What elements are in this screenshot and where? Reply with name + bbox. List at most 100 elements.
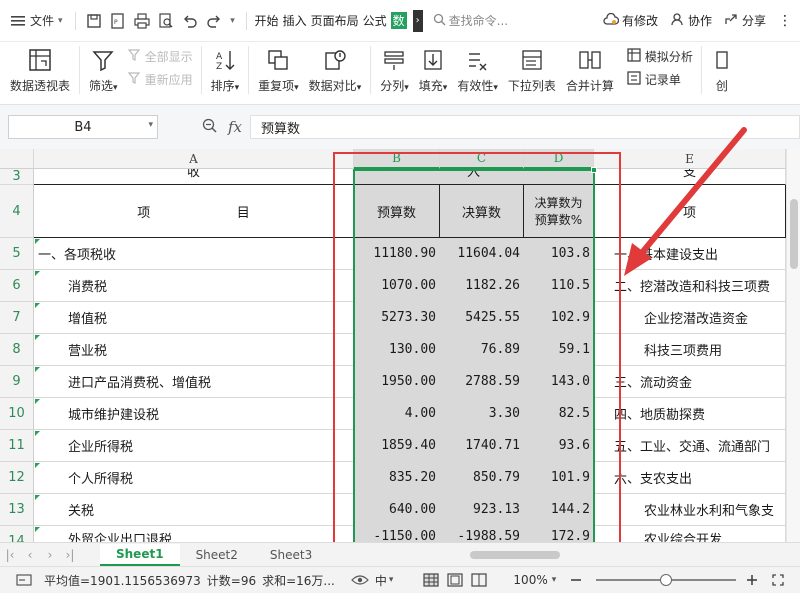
redo-icon[interactable] [202,9,226,33]
chevron-down-icon[interactable]: ▾ [389,575,394,585]
cell-d6[interactable]: 110.5 [524,270,594,302]
cell-a4[interactable]: 项 目 [34,185,354,238]
print-preview-icon[interactable] [154,9,178,33]
sheet-tab-sheet3[interactable]: Sheet3 [254,544,328,566]
cell-b13[interactable]: 640.00 [354,494,440,526]
merge-calculate-button[interactable]: 合并计算 [561,46,619,94]
cell-c11[interactable]: 1740.71 [440,430,524,462]
page-layout-view-icon[interactable] [447,573,464,587]
sheet-tab-sheet1[interactable]: Sheet1 [100,543,180,566]
chevron-down-icon[interactable]: ▾ [552,575,557,585]
more-options-icon[interactable]: ⋮ [778,13,792,29]
row-header-5[interactable]: 5 [0,238,34,270]
cell-a14[interactable]: 外贸企业出口退税 [34,526,354,542]
zoom-knob[interactable] [660,574,673,586]
cell-d4[interactable]: 决算数为 预算数% [524,185,594,238]
undo-icon[interactable] [178,9,202,33]
cell-c9[interactable]: 2788.59 [440,366,524,398]
cell-e12[interactable]: 六、支农支出 [594,462,786,494]
vertical-scrollbar[interactable] [786,149,800,542]
macro-record-icon[interactable] [16,574,32,586]
row-header-8[interactable]: 8 [0,334,34,366]
cell-d13[interactable]: 144.2 [524,494,594,526]
row-header-6[interactable]: 6 [0,270,34,302]
cell-e13[interactable]: 农业林业水利和气象支 [594,494,786,526]
status-sum[interactable]: 求和=16万... [262,572,335,589]
cell-a6[interactable]: 消费税 [34,270,354,302]
cell-d7[interactable]: 102.9 [524,302,594,334]
cell-b3-merged[interactable]: 入 [354,169,594,185]
validity-button[interactable]: 有效性▾ [452,46,503,96]
cell-d14[interactable]: 172.9 [524,526,594,542]
cell-b7[interactable]: 5273.30 [354,302,440,334]
filter-button[interactable]: 筛选▾ [84,46,123,96]
tab-home[interactable]: 开始 [255,12,279,29]
column-header-b[interactable]: B [354,149,440,169]
row-header-10[interactable]: 10 [0,398,34,430]
duplicates-button[interactable]: 重复项▾ [253,46,304,96]
cell-a7[interactable]: 增值税 [34,302,354,334]
fill-button[interactable]: 填充▾ [414,46,453,96]
create-group-button[interactable]: 创 [706,46,738,94]
cell-a10[interactable]: 城市维护建设税 [34,398,354,430]
next-sheet-icon[interactable]: › [40,548,60,562]
zoom-slider[interactable] [596,574,737,586]
cell-e8[interactable]: 科技三项费用 [594,334,786,366]
cell-d5[interactable]: 103.8 [524,238,594,270]
tabs-scroll-right-icon[interactable]: › [412,9,423,32]
reapply-button[interactable]: 重新应用 [127,71,193,88]
zoom-in-icon[interactable] [746,574,758,586]
export-pdf-icon[interactable]: P [106,9,130,33]
cell-e3[interactable]: 支 [594,169,786,185]
name-box[interactable]: B4 ▾ [8,115,158,139]
cell-d10[interactable]: 82.5 [524,398,594,430]
dropdown-list-button[interactable]: 下拉列表 [503,46,561,94]
cell-c14[interactable]: -1988.59 [440,526,524,542]
row-header-11[interactable]: 11 [0,430,34,462]
cell-c5[interactable]: 11604.04 [440,238,524,270]
horizontal-scroll-thumb[interactable] [470,550,560,559]
cell-c10[interactable]: 3.30 [440,398,524,430]
cell-d11[interactable]: 93.6 [524,430,594,462]
column-header-a[interactable]: A [34,149,354,169]
prev-sheet-icon[interactable]: ‹ [20,548,40,562]
column-header-e[interactable]: E [594,149,786,169]
cell-a12[interactable]: 个人所得税 [34,462,354,494]
vertical-scroll-thumb[interactable] [790,199,798,269]
save-icon[interactable] [82,9,106,33]
last-sheet-icon[interactable]: ›| [60,548,80,562]
cell-e4[interactable]: 项 [594,185,786,238]
formula-input[interactable]: 预算数 [250,115,800,139]
insert-function-icon[interactable]: fx [228,118,242,136]
cell-a11[interactable]: 企业所得税 [34,430,354,462]
cell-b5[interactable]: 11180.90 [354,238,440,270]
zoom-out-icon[interactable] [570,574,582,586]
cell-e10[interactable]: 四、地质勘探费 [594,398,786,430]
zoom-icon[interactable] [202,118,218,137]
cell-d12[interactable]: 101.9 [524,462,594,494]
column-header-c[interactable]: C [440,149,524,169]
cell-e11[interactable]: 五、工业、交通、流通部门 [594,430,786,462]
cell-a13[interactable]: 关税 [34,494,354,526]
cell-a3[interactable]: 收 [34,169,354,185]
cell-e7[interactable]: 企业挖潜改造资金 [594,302,786,334]
cell-c4[interactable]: 决算数 [440,185,524,238]
collaborate-button[interactable]: 协作 [670,12,712,29]
row-header-14[interactable]: 14 [0,526,34,542]
cell-a5[interactable]: 一、各项税收 [34,238,354,270]
simulate-analysis-button[interactable]: 模拟分析 [627,48,693,65]
input-mode[interactable]: 中 [375,572,387,589]
row-header-4[interactable]: 4 [0,185,34,238]
cell-b14[interactable]: -1150.00 [354,526,440,542]
quick-access-more-icon[interactable]: ▾ [226,9,240,33]
cell-e9[interactable]: 三、流动资金 [594,366,786,398]
zoom-level[interactable]: 100% [513,573,547,587]
fill-handle[interactable] [591,167,597,173]
pivot-table-button[interactable]: 数据透视表 [0,46,75,94]
cell-c7[interactable]: 5425.55 [440,302,524,334]
cell-d8[interactable]: 59.1 [524,334,594,366]
tab-data[interactable]: 数 [390,12,407,29]
first-sheet-icon[interactable]: |‹ [0,548,20,562]
horizontal-scrollbar[interactable] [450,549,770,561]
cell-c6[interactable]: 1182.26 [440,270,524,302]
